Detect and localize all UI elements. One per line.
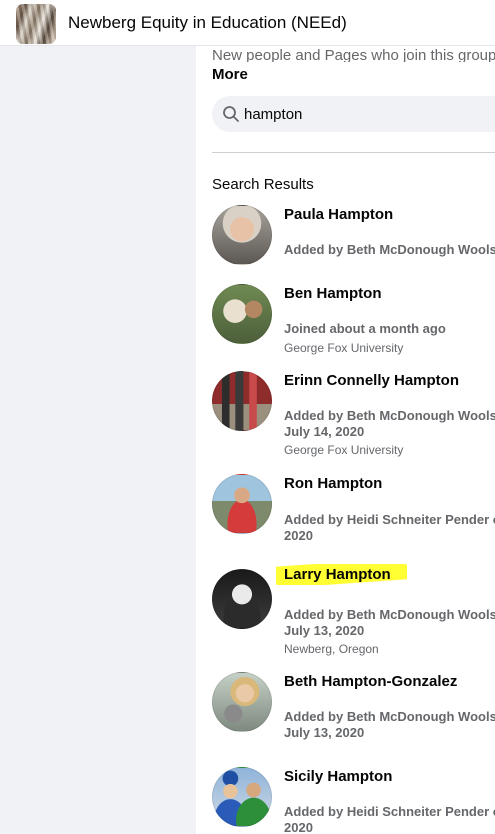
avatar[interactable] — [212, 371, 272, 431]
avatar[interactable] — [212, 474, 272, 534]
member-row-ben-hampton: Ben Hampton Joined about a month ago Geo… — [212, 284, 495, 355]
search-icon — [223, 106, 239, 122]
member-date: 2020 — [284, 820, 313, 834]
search-results-heading: Search Results — [212, 176, 314, 193]
member-detail: Added by Beth McDonough Woolsey — [284, 408, 495, 423]
member-detail: Added by Heidi Schneiter Pender on — [284, 804, 495, 819]
avatar[interactable] — [212, 767, 272, 827]
member-name[interactable]: Paula Hampton — [284, 206, 393, 223]
member-name[interactable]: Sicily Hampton — [284, 768, 392, 785]
member-name[interactable]: Ben Hampton — [284, 285, 382, 302]
group-title[interactable]: Newberg Equity in Education (NEEd) — [68, 13, 347, 33]
member-date: July 14, 2020 — [284, 424, 365, 439]
group-thumbnail[interactable] — [16, 4, 56, 44]
member-detail: Added by Beth McDonough Woolsey — [284, 709, 495, 724]
divider — [212, 152, 495, 153]
member-detail: Joined about a month ago — [284, 321, 446, 336]
member-workplace: George Fox University — [284, 341, 404, 355]
member-detail: Added by Beth McDonough Woolsey — [284, 242, 495, 257]
member-row-beth-hampton-gonzalez: Beth Hampton-Gonzalez Added by Beth McDo… — [212, 672, 495, 752]
member-row-erinn-connelly-hampton: Erinn Connelly Hampton Added by Beth McD… — [212, 371, 495, 461]
search-input[interactable] — [244, 96, 494, 132]
member-detail: Added by Heidi Schneiter Pender on — [284, 512, 495, 527]
member-row-paula-hampton: Paula Hampton Added by Beth McDonough Wo… — [212, 205, 495, 275]
avatar[interactable] — [212, 284, 272, 344]
member-name[interactable]: Erinn Connelly Hampton — [284, 372, 459, 389]
members-panel: New people and Pages who join this group… — [196, 46, 495, 834]
more-link[interactable]: More — [212, 66, 248, 83]
member-name[interactable]: Larry Hampton — [276, 564, 407, 585]
avatar[interactable] — [212, 672, 272, 732]
group-header: Newberg Equity in Education (NEEd) — [0, 0, 495, 46]
member-location: Newberg, Oregon — [284, 642, 379, 656]
member-name[interactable]: Beth Hampton-Gonzalez — [284, 673, 457, 690]
member-date: July 13, 2020 — [284, 725, 365, 740]
avatar[interactable] — [212, 569, 272, 629]
about-text: New people and Pages who join this group — [212, 48, 495, 62]
member-date: 2020 — [284, 528, 313, 543]
member-row-ron-hampton: Ron Hampton Added by Heidi Schneiter Pen… — [212, 474, 495, 554]
left-pane — [0, 46, 196, 834]
search-box[interactable] — [212, 96, 495, 132]
member-name[interactable]: Ron Hampton — [284, 475, 382, 492]
member-detail: Added by Beth McDonough Woolsey — [284, 607, 495, 622]
member-workplace: George Fox University — [284, 443, 404, 457]
member-row-sicily-hampton: Sicily Hampton Added by Heidi Schneiter … — [212, 767, 495, 834]
member-date: July 13, 2020 — [284, 623, 365, 638]
member-row-larry-hampton: Larry Hampton Added by Beth McDonough Wo… — [212, 564, 495, 659]
avatar[interactable] — [212, 205, 272, 265]
